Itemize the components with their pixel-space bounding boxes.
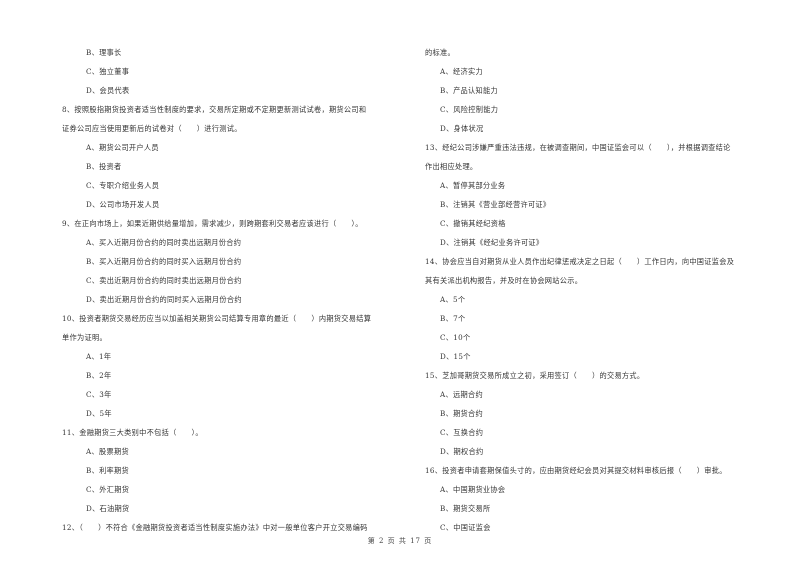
answer-option: A、买入近期月份合约的同时卖出远期月份合约	[86, 238, 242, 247]
answer-option: C、专职介绍业务人员	[86, 181, 160, 190]
answer-option: B、注销其《营业部经营许可证》	[440, 200, 551, 209]
answer-option: C、独立董事	[86, 67, 130, 76]
question-text: 11、金融期货三大类别中不包括（ ）。	[62, 428, 203, 437]
answer-option: B、期货交易所	[440, 504, 491, 513]
answer-option: C、3年	[86, 390, 112, 399]
answer-option: C、撤销其经纪资格	[440, 219, 506, 228]
question-text: 证券公司应当使用更新后的试卷对（ ）进行测试。	[62, 124, 242, 133]
answer-option: D、注销其《经纪业务许可证》	[440, 238, 544, 247]
answer-option: B、2年	[86, 371, 112, 380]
answer-option: B、7个	[440, 314, 466, 323]
answer-option: A、经济实力	[440, 67, 483, 76]
answer-option: D、会员代表	[86, 86, 130, 95]
answer-option: D、期权合约	[440, 447, 484, 456]
answer-option: A、期货公司开户人员	[86, 143, 159, 152]
answer-option: D、卖出近期月份合约的同时买入远期月份合约	[86, 295, 242, 304]
answer-option: B、投资者	[86, 162, 122, 171]
question-text: 的标准。	[425, 48, 455, 57]
question-text: 10、投资者期货交易经历应当以加盖相关期货公司结算专用章的最近（ ）内期货交易结…	[62, 314, 372, 323]
answer-option: C、10个	[440, 333, 471, 342]
answer-option: D、5年	[86, 409, 112, 418]
left-column: B、理事长 C、独立董事 D、会员代表 8、按照股指期货投资者适当性制度的要求，交易所…	[62, 43, 412, 537]
question-text: 9、在正向市场上，如果近期供给量增加，需求减少，则跨期套利交易者应该进行（ ）。	[62, 219, 363, 228]
question-text: 13、经纪公司涉嫌严重违法违规，在被调查期间，中国证监会可以（ ），并根据调查结…	[425, 143, 731, 152]
answer-option: A、远期合约	[440, 390, 483, 399]
answer-option: D、公司市场开发人员	[86, 200, 160, 209]
answer-option: D、身体状况	[440, 124, 484, 133]
answer-option: A、暂停其部分业务	[440, 181, 506, 190]
answer-option: B、理事长	[86, 48, 122, 57]
answer-option: A、5个	[440, 295, 466, 304]
answer-option: B、买入近期月份合约的同时买入远期月份合约	[86, 257, 242, 266]
answer-option: C、外汇期货	[86, 485, 130, 494]
answer-option: B、期货合约	[440, 409, 484, 418]
answer-option: D、15个	[440, 352, 471, 361]
answer-option: C、中国证监会	[440, 523, 491, 532]
answer-option: C、互换合约	[440, 428, 484, 437]
answer-option: B、产品认知能力	[440, 86, 498, 95]
answer-option: C、卖出近期月份合约的同时卖出远期月份合约	[86, 276, 242, 285]
answer-option: C、风险控制能力	[440, 105, 499, 114]
right-column: 的标准。 A、经济实力 B、产品认知能力 C、风险控制能力 D、身体状况 13、经纪公司涉…	[425, 43, 775, 537]
question-text: 15、芝加哥期货交易所成立之初，采用签订（ ）的交易方式。	[425, 371, 645, 380]
question-text: 8、按照股指期货投资者适当性制度的要求，交易所定期或不定期更新测试试卷，期货公司…	[62, 105, 367, 114]
question-text: 其有关派出机构报告，并及时在协会网站公示。	[425, 276, 583, 285]
answer-option: A、中国期货业协会	[440, 485, 506, 494]
question-text: 16、投资者申请套期保值头寸的，应由期货经纪会员对其提交材料审核后报（ ）审批。	[425, 466, 727, 475]
answer-option: B、利率期货	[86, 466, 130, 475]
question-text: 作出相应处理。	[425, 162, 478, 171]
question-text: 12、（ ）不符合《金融期货投资者适当性制度实施办法》中对一般单位客户开立交易编…	[62, 523, 368, 532]
answer-option: A、1年	[86, 352, 112, 361]
page-number: 第 2 页 共 17 页	[367, 537, 433, 545]
question-text: 单作为证明。	[62, 333, 107, 342]
answer-option: D、石油期货	[86, 504, 130, 513]
answer-option: A、股票期货	[86, 447, 129, 456]
question-text: 14、协会应当自对期货从业人员作出纪律惩戒决定之日起（ ）工作日内，向中国证监会…	[425, 257, 735, 266]
